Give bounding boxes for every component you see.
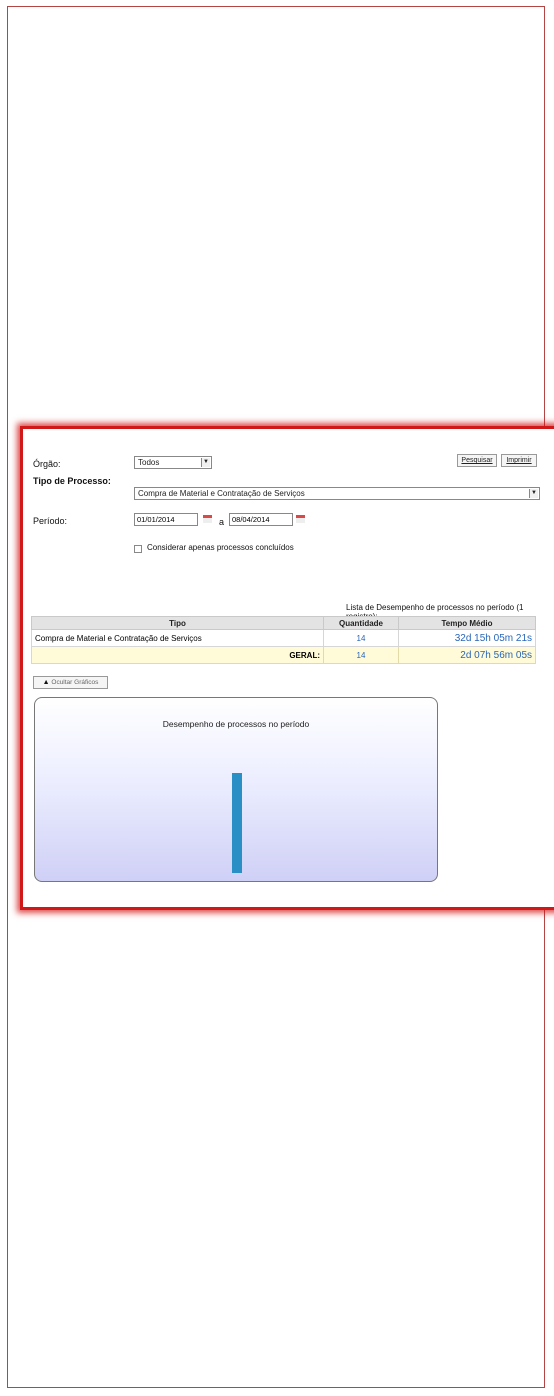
imprimir-button[interactable]: Imprimir	[501, 454, 537, 467]
concluidos-label: Considerar apenas processos concluídos	[147, 543, 294, 552]
periodo-label: Período:	[33, 516, 68, 526]
ocultar-graficos-button[interactable]: ▲ Ocultar Gráficos	[33, 676, 108, 689]
tipo-processo-value: Compra de Material e Contratação de Serv…	[138, 489, 305, 498]
total-tempo-medio: 2d 07h 56m 05s	[398, 646, 536, 664]
concluidos-checkbox[interactable]	[134, 545, 142, 553]
chart-panel: Desempenho de processos no período	[34, 697, 438, 882]
table-total-row: GERAL: 14 2d 07h 56m 05s	[31, 646, 536, 664]
desempenho-table: Tipo Quantidade Tempo Médio Compra de Ma…	[31, 616, 536, 664]
calendar-icon[interactable]	[203, 515, 212, 523]
column-header-tempo-medio: Tempo Médio	[398, 616, 536, 630]
orgao-select[interactable]: Todos ▼	[134, 456, 212, 469]
orgao-select-value: Todos	[138, 458, 160, 467]
chart-svg	[232, 773, 242, 873]
date-from-input[interactable]: 01/01/2014	[134, 513, 198, 526]
calendar-icon[interactable]	[296, 515, 305, 523]
chevron-down-icon: ▼	[529, 489, 538, 498]
cell-quantidade[interactable]: 14	[323, 629, 399, 647]
table-row: Compra de Material e Contratação de Serv…	[31, 629, 536, 647]
pesquisar-button[interactable]: Pesquisar	[457, 454, 497, 467]
chevron-down-icon: ▼	[201, 458, 210, 467]
date-separator: a	[219, 517, 225, 527]
ocultar-graficos-label: Ocultar Gráficos	[51, 679, 99, 686]
triangle-up-icon: ▲	[42, 679, 50, 686]
orgao-label: Órgão:	[33, 459, 61, 469]
cell-tipo: Compra de Material e Contratação de Serv…	[31, 629, 324, 647]
column-header-quantidade: Quantidade	[323, 616, 399, 630]
tipo-processo-select[interactable]: Compra de Material e Contratação de Serv…	[134, 487, 540, 500]
cell-tempo-medio: 32d 15h 05m 21s	[398, 629, 536, 647]
total-quantidade: 14	[323, 646, 399, 664]
chart-bar	[232, 773, 242, 873]
tipo-processo-label: Tipo de Processo:	[33, 476, 111, 486]
date-to-input[interactable]: 08/04/2014	[229, 513, 293, 526]
column-header-tipo: Tipo	[31, 616, 324, 630]
table-header-row: Tipo Quantidade Tempo Médio	[31, 616, 536, 630]
total-label: GERAL:	[31, 646, 324, 664]
report-screenshot: Órgão: Todos ▼ Pesquisar Imprimir Tipo d…	[20, 426, 554, 910]
